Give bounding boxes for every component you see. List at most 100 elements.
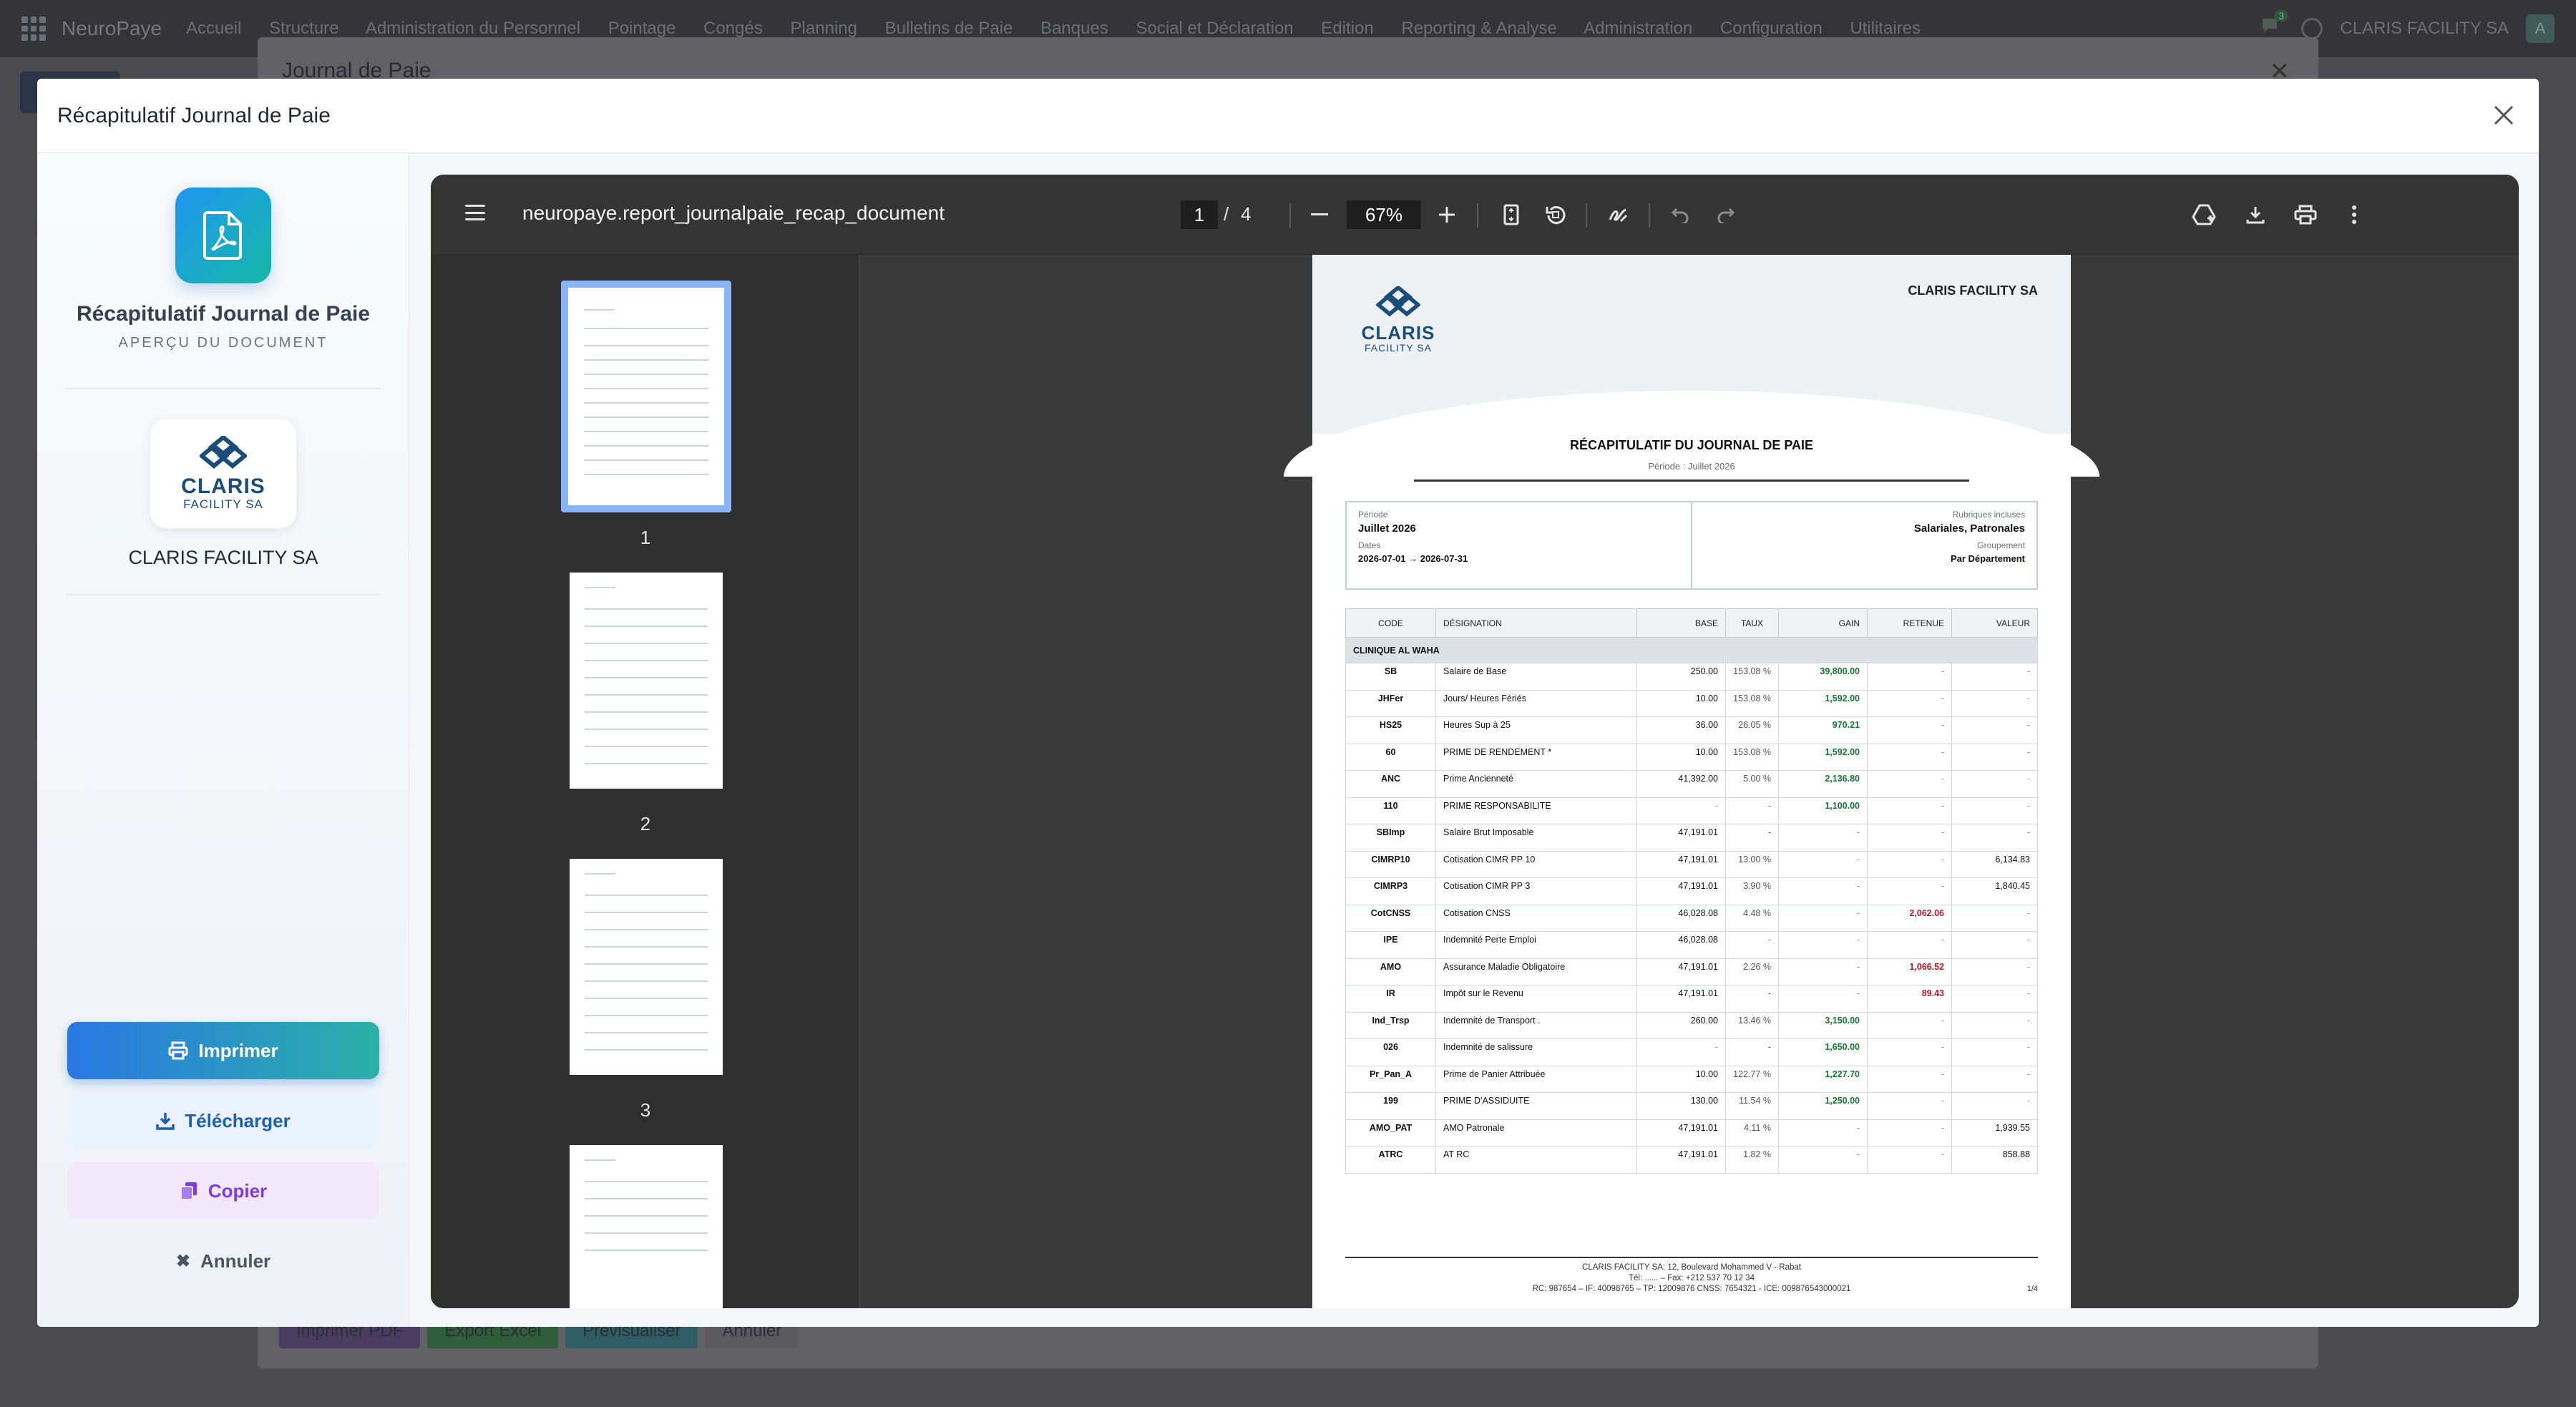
- zoom-level[interactable]: 67%: [1347, 200, 1421, 229]
- footer-line-1: CLARIS FACILITY SA: 12, Boulevard Mohamm…: [1582, 1263, 1801, 1272]
- copy-button[interactable]: Copier: [67, 1162, 379, 1219]
- menu-item-banques[interactable]: Banques: [1040, 19, 1108, 38]
- thumbnail-page[interactable]: [561, 281, 731, 512]
- cell-retenue: -: [1867, 1092, 1952, 1120]
- pdf-print-icon[interactable]: [2291, 199, 2320, 230]
- cell-designation: Impôt sur le Revenu: [1435, 985, 1637, 1013]
- cell-gain: -: [1778, 985, 1868, 1013]
- cell-code: ATRC: [1345, 1146, 1436, 1174]
- cell-taux: 1.82 %: [1725, 1146, 1779, 1174]
- cell-gain: -: [1778, 824, 1868, 852]
- grouping-value: Par Département: [1950, 553, 2025, 564]
- cell-code: CIMRP3: [1345, 877, 1436, 905]
- cell-taux: 122.77 %: [1725, 1065, 1779, 1093]
- menu-item-reporting[interactable]: Reporting & Analyse: [1401, 19, 1556, 38]
- table-row: ATRC AT RC 47,191.01 1.82 % - -858.88: [1345, 1146, 2038, 1174]
- cell-gain: -: [1778, 850, 1868, 878]
- annotate-icon[interactable]: [1604, 199, 1633, 230]
- menu-item-accueil[interactable]: Accueil: [186, 19, 241, 38]
- printer-icon: [168, 1041, 188, 1060]
- menu-item-utilitaires[interactable]: Utilitaires: [1850, 19, 1921, 38]
- table-row: Pr_Pan_A Prime de Panier Attribuée 10.00 12…: [1345, 1065, 2038, 1093]
- close-icon[interactable]: [2486, 97, 2522, 133]
- table-header-row: CODE DÉSIGNATION BASE TAUX GAIN RETENUE …: [1345, 608, 2038, 638]
- cancel-button-label: Annuler: [200, 1250, 271, 1272]
- navbar-company[interactable]: CLARIS FACILITY SA: [2340, 19, 2509, 39]
- thumbnail-number: 3: [640, 1099, 651, 1121]
- claris-logo-icon: [1376, 286, 1420, 317]
- cell-gain: 1,227.70: [1778, 1065, 1868, 1093]
- cell-retenue: -: [1867, 770, 1952, 798]
- zoom-in-icon[interactable]: [1433, 199, 1461, 230]
- menu-item-pointage[interactable]: Pointage: [608, 19, 676, 38]
- thumbnail-page[interactable]: [570, 573, 723, 789]
- fit-page-icon[interactable]: [1497, 199, 1526, 230]
- cell-designation: AMO Patronale: [1435, 1119, 1637, 1146]
- apps-grid-icon[interactable]: [21, 16, 46, 41]
- side-doc-subtitle: APERÇU DU DOCUMENT: [118, 335, 328, 351]
- menu-item-configuration[interactable]: Configuration: [1720, 19, 1823, 38]
- menu-item-social[interactable]: Social et Déclaration: [1136, 19, 1294, 38]
- thumbnail-page[interactable]: [570, 859, 723, 1075]
- rotate-icon[interactable]: [1541, 199, 1570, 230]
- cell-gain: 3,150.00: [1778, 1011, 1868, 1039]
- col-designation: DÉSIGNATION: [1435, 608, 1637, 638]
- cell-gain: 39,800.00: [1778, 663, 1868, 691]
- download-icon: [156, 1113, 175, 1130]
- page-separator: /: [1224, 203, 1229, 225]
- menu-item-administration[interactable]: Administration: [1584, 19, 1692, 38]
- cell-code: HS25: [1345, 716, 1436, 744]
- drive-save-icon[interactable]: [2190, 199, 2218, 230]
- recap-modal: Récapitulatif Journal de Paie Récapitula…: [37, 79, 2539, 1327]
- period-label: Période: [1358, 510, 1388, 520]
- cell-base: 36.00: [1636, 716, 1726, 744]
- table-row: 60 PRIME DE RENDEMENT * 10.00 153.08 % 1,592…: [1345, 743, 2038, 771]
- page-company: CLARIS FACILITY SA: [1908, 283, 2038, 298]
- table-row: JHFer Jours/ Heures Fériés 10.00 153.08 % 1,…: [1345, 689, 2038, 717]
- rubriques-label: Rubriques incluses: [1952, 510, 2025, 520]
- cell-designation: AT RC: [1435, 1146, 1637, 1174]
- cell-taux: 11.54 %: [1725, 1092, 1779, 1120]
- cell-designation: PRIME DE RENDEMENT *: [1435, 743, 1637, 771]
- cell-gain: -: [1778, 1119, 1868, 1146]
- pdf-download-icon[interactable]: [2241, 199, 2270, 230]
- cell-gain: 1,592.00: [1778, 689, 1868, 717]
- zoom-out-icon[interactable]: [1305, 199, 1334, 230]
- avatar[interactable]: A: [2526, 14, 2555, 43]
- cell-base: 47,191.01: [1636, 877, 1726, 905]
- cell-valeur: 858.88: [1951, 1146, 2038, 1174]
- cell-designation: Indemnité de salissure: [1435, 1038, 1637, 1066]
- cell-code: CIMRP10: [1345, 850, 1436, 878]
- chat-badge: 3: [2274, 9, 2289, 21]
- cell-taux: 4.48 %: [1725, 904, 1779, 932]
- title-rule: [1414, 479, 1969, 482]
- cell-base: 130.00: [1636, 1092, 1726, 1120]
- more-options-icon[interactable]: [2340, 199, 2368, 230]
- menu-item-conges[interactable]: Congés: [703, 19, 763, 38]
- brand-name[interactable]: NeuroPaye: [62, 17, 162, 40]
- cell-code: SB: [1345, 663, 1436, 691]
- menu-item-structure[interactable]: Structure: [269, 19, 338, 38]
- cell-valeur: -: [1951, 904, 2038, 932]
- menu-item-edition[interactable]: Edition: [1321, 19, 1373, 38]
- undo-icon[interactable]: [1666, 199, 1694, 230]
- menu-item-bulletins[interactable]: Bulletins de Paie: [885, 19, 1013, 38]
- cancel-button[interactable]: ✖ Annuler: [67, 1232, 379, 1290]
- page-number-input[interactable]: 1: [1181, 200, 1218, 229]
- thumbnail-page[interactable]: [570, 1145, 723, 1308]
- menu-item-planning[interactable]: Planning: [791, 19, 857, 38]
- page-period-line: Période : Juillet 2026: [1648, 461, 1735, 472]
- cell-valeur: -: [1951, 770, 2038, 798]
- cell-gain: 1,250.00: [1778, 1092, 1868, 1120]
- print-button[interactable]: Imprimer: [67, 1022, 379, 1079]
- menu-icon[interactable]: [465, 205, 485, 220]
- redo-icon[interactable]: [1712, 199, 1740, 230]
- cell-valeur: -: [1951, 958, 2038, 985]
- menu-item-administration-personnel[interactable]: Administration du Personnel: [366, 19, 580, 38]
- cell-valeur: -: [1951, 797, 2038, 824]
- table-row: AMO Assurance Maladie Obligatoire 47,191.0…: [1345, 958, 2038, 985]
- cell-designation: PRIME RESPONSABILITE: [1435, 797, 1637, 824]
- activity-icon[interactable]: [2301, 18, 2323, 39]
- download-button[interactable]: Télécharger: [67, 1092, 379, 1149]
- cell-base: 47,191.01: [1636, 1146, 1726, 1174]
